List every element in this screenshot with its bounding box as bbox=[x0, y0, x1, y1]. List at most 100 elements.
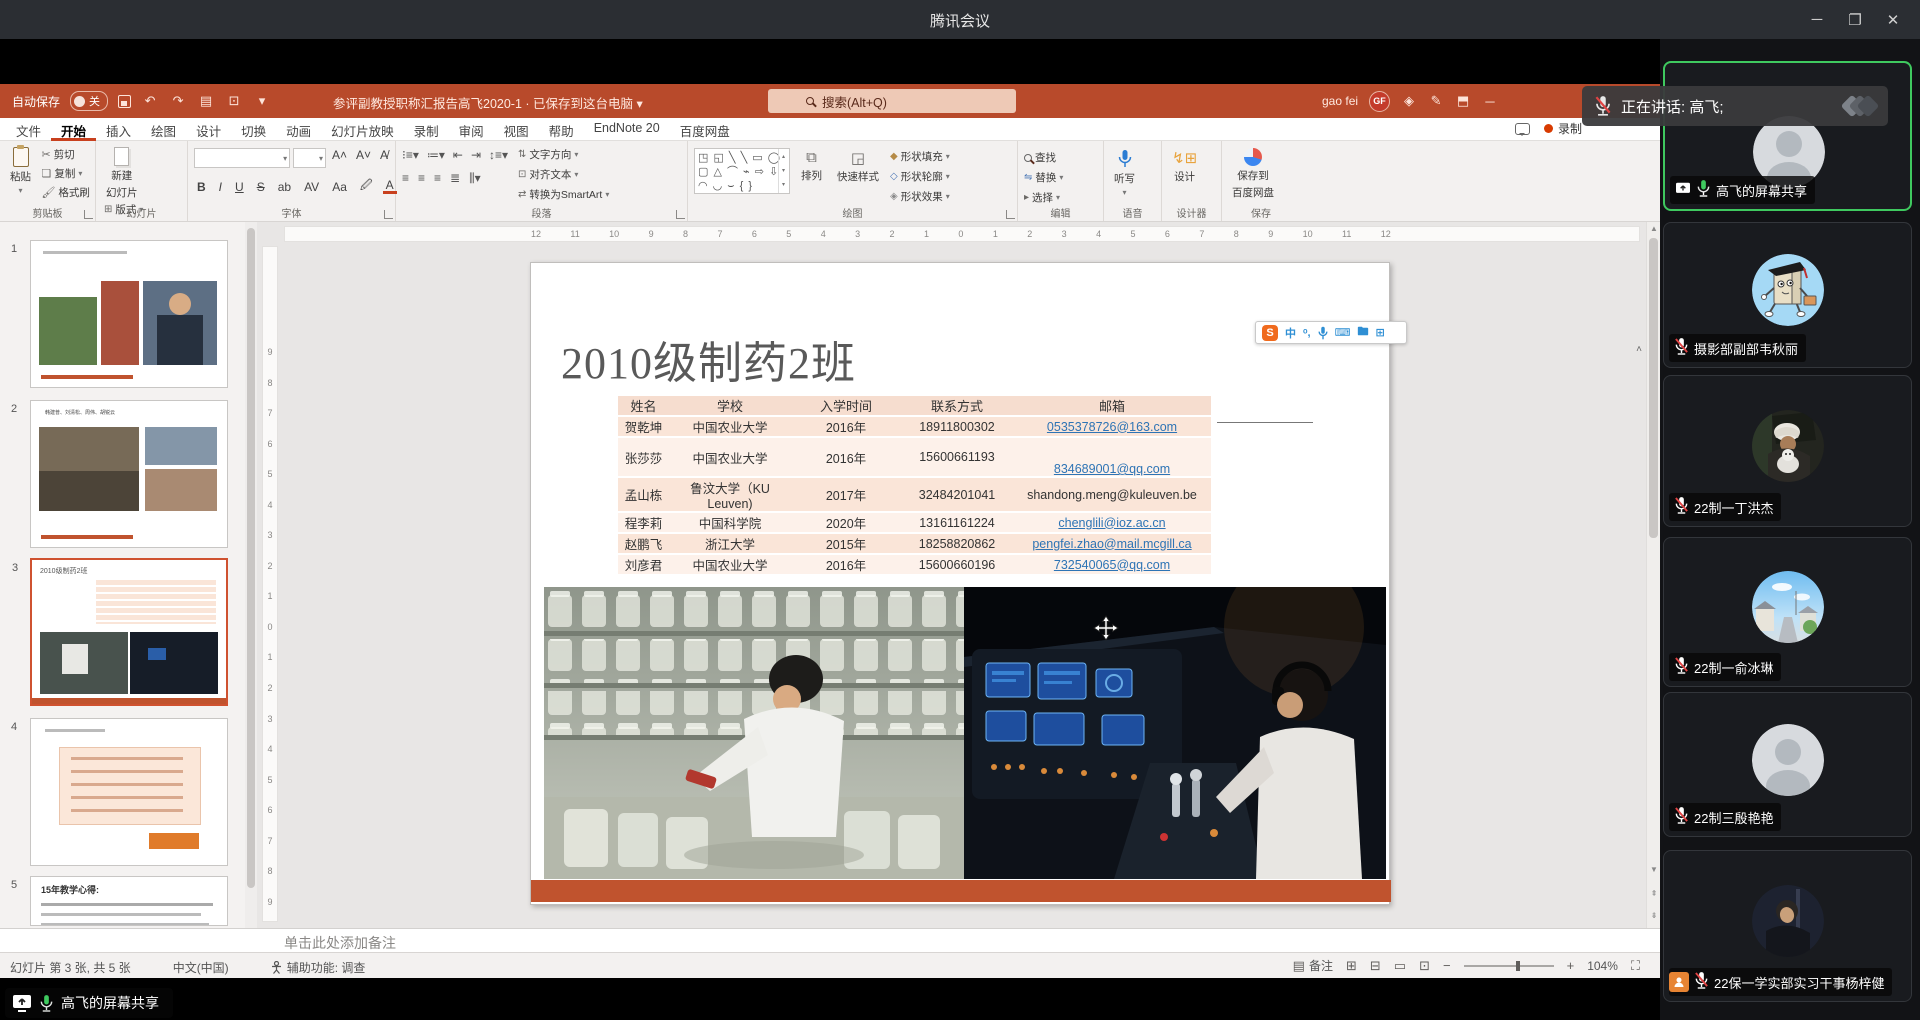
tab-文件[interactable]: 文件 bbox=[6, 118, 51, 141]
record-button[interactable]: 录制 bbox=[1544, 120, 1582, 137]
columns-icon[interactable]: ⫼▾ bbox=[469, 171, 481, 186]
thumbnail-scrollbar[interactable] bbox=[245, 222, 257, 928]
ribbon-display-icon[interactable]: ⬒ bbox=[1455, 93, 1471, 109]
collapse-ribbon-icon[interactable]: ˄ bbox=[1636, 344, 1642, 355]
laser-pen-icon[interactable]: ✎ bbox=[1428, 93, 1444, 109]
tab-EndNote 20[interactable]: EndNote 20 bbox=[584, 118, 670, 141]
email-link[interactable]: 732540065@qq.com bbox=[1054, 558, 1170, 572]
undo-icon[interactable]: ↶ bbox=[141, 93, 159, 109]
slide-thumbnail-2[interactable]: 2韩建普、刘清松、周伟、胡锐云 bbox=[30, 400, 228, 548]
participant-tile[interactable]: 22制一俞冰琳 bbox=[1663, 537, 1912, 687]
shape-effects-button[interactable]: ◈形状效果▾ bbox=[890, 187, 950, 206]
shrink-font-button[interactable]: A˅ bbox=[353, 148, 374, 168]
font-button-S[interactable]: S bbox=[254, 180, 268, 194]
font-name-combo[interactable]: ▾ bbox=[194, 148, 290, 168]
sogou-ime-toolbar[interactable]: S 中 ᵒ, ⌨ 🖿 ⊞ bbox=[1255, 321, 1407, 344]
lab-photo[interactable] bbox=[544, 587, 964, 879]
shapes-scroll[interactable]: ▴▾▾ bbox=[778, 149, 789, 193]
search-input[interactable]: 搜索(Alt+Q) bbox=[768, 89, 1016, 113]
zoom-out-icon[interactable]: − bbox=[1443, 958, 1451, 973]
font-color-button[interactable]: A bbox=[383, 180, 397, 194]
bullets-icon[interactable]: ⁝≡▾ bbox=[402, 148, 419, 162]
zoom-level[interactable]: 104% bbox=[1587, 959, 1618, 973]
notes-toggle[interactable]: ▤ 备注 bbox=[1293, 957, 1333, 974]
previous-slide-button[interactable]: ⇞ bbox=[1647, 889, 1660, 898]
arrange-button[interactable]: ⧉ 排列 bbox=[797, 149, 826, 183]
fit-to-window-icon[interactable]: ⛶ bbox=[1631, 958, 1640, 974]
slide-thumbnail-3[interactable]: 32010级制药2班 bbox=[30, 558, 228, 706]
sogou-logo-icon[interactable]: S bbox=[1262, 325, 1278, 341]
participant-tile[interactable]: 摄影部副部韦秋丽 bbox=[1663, 222, 1912, 368]
shape-fill-button[interactable]: ◆形状填充▾ bbox=[890, 147, 950, 166]
zoom-in-icon[interactable]: + bbox=[1567, 958, 1575, 973]
print-preview-icon[interactable]: ▤ bbox=[197, 93, 215, 109]
tab-绘图[interactable]: 绘图 bbox=[141, 118, 186, 141]
email-link[interactable]: 834689001@qq.com bbox=[1054, 462, 1170, 476]
tab-录制[interactable]: 录制 bbox=[404, 118, 449, 141]
comments-icon[interactable] bbox=[1515, 123, 1530, 135]
clear-format-button[interactable]: A̸ bbox=[377, 148, 391, 168]
tab-百度网盘[interactable]: 百度网盘 bbox=[670, 118, 740, 141]
align-left-icon[interactable]: ≡ bbox=[402, 171, 409, 186]
autosave-toggle[interactable]: 关 bbox=[70, 91, 108, 111]
email-link[interactable]: pengfei.zhao@mail.mcgill.ca bbox=[1032, 537, 1191, 551]
find-button[interactable]: 查找 bbox=[1024, 148, 1063, 167]
replace-button[interactable]: ⇋替换▾ bbox=[1024, 168, 1063, 187]
zoom-slider[interactable] bbox=[1464, 965, 1554, 967]
maximize-button[interactable]: ❐ bbox=[1836, 0, 1874, 39]
participant-tile[interactable]: 22制三殷艳艳 bbox=[1663, 692, 1912, 837]
align-right-icon[interactable]: ≡ bbox=[434, 171, 441, 186]
minimize-button[interactable]: ─ bbox=[1798, 0, 1836, 39]
cut-button[interactable]: ✂剪切 bbox=[41, 145, 89, 164]
notes-pane[interactable]: 单击此处添加备注 bbox=[0, 928, 1660, 952]
save-to-baidu-button[interactable]: 保存到百度网盘 bbox=[1228, 148, 1278, 200]
tab-帮助[interactable]: 帮助 bbox=[539, 118, 584, 141]
tab-审阅[interactable]: 审阅 bbox=[449, 118, 494, 141]
align-center-icon[interactable]: ≡ bbox=[418, 171, 425, 186]
ime-grid-icon[interactable]: ⊞ bbox=[1375, 326, 1384, 339]
email-link[interactable]: chenglili@ioz.ac.cn bbox=[1058, 516, 1165, 530]
text-direction-button[interactable]: ⇅文字方向▾ bbox=[518, 145, 609, 164]
font-button-Aa[interactable]: Aa bbox=[329, 180, 350, 194]
customize-toolbar-icon[interactable]: ▾ bbox=[253, 93, 271, 109]
smartart-button[interactable]: ⇄转换为SmartArt▾ bbox=[518, 185, 609, 204]
grow-font-button[interactable]: A˄ bbox=[329, 148, 350, 168]
slide-scrollbar[interactable]: ▲ ▼ ⇞ ⇟ bbox=[1646, 222, 1660, 928]
screen-share-pill[interactable]: 高飞的屏幕共享 bbox=[5, 988, 173, 1018]
reading-view-icon[interactable]: ▭ bbox=[1394, 958, 1406, 974]
dialog-launcher-icon[interactable] bbox=[1006, 210, 1015, 219]
email-link[interactable]: 0535378726@163.com bbox=[1047, 420, 1177, 434]
document-title[interactable]: 参评副教授职称汇报告高飞2020-1 · 已保存到这台电脑 ▾ bbox=[333, 93, 643, 112]
normal-view-icon[interactable]: ⊞ bbox=[1346, 958, 1357, 974]
align-text-button[interactable]: ⊡对齐文本▾ bbox=[518, 165, 609, 184]
font-button-I[interactable]: I bbox=[216, 180, 225, 194]
accessibility-status[interactable]: 辅助功能: 调查 bbox=[271, 959, 366, 976]
quick-styles-button[interactable]: ◲ 快速样式 bbox=[833, 149, 883, 184]
copy-button[interactable]: ❏复制▾ bbox=[41, 164, 89, 183]
font-button-B[interactable]: B bbox=[194, 180, 209, 194]
paste-button[interactable]: 粘贴▾ bbox=[6, 147, 35, 195]
slide-canvas[interactable]: 2010级制药2班 S 中 ᵒ, ⌨ 🖿 ⊞ 姓名学校入学时间联系方式邮箱贺乾坤… bbox=[530, 262, 1390, 905]
tab-动画[interactable]: 动画 bbox=[276, 118, 321, 141]
next-slide-button[interactable]: ⇟ bbox=[1647, 911, 1660, 920]
format-painter-button[interactable]: 🖌格式刷 bbox=[41, 183, 89, 202]
participant-tile[interactable]: 22保一学实部实习干事杨梓健 bbox=[1663, 850, 1912, 1002]
avatar[interactable]: GF bbox=[1369, 91, 1390, 112]
save-icon[interactable] bbox=[118, 95, 131, 108]
close-button[interactable]: ✕ bbox=[1874, 0, 1912, 39]
font-button-ab[interactable]: ab bbox=[275, 180, 294, 194]
participant-tile[interactable]: 22制一丁洪杰 bbox=[1663, 375, 1912, 527]
numbering-icon[interactable]: ≔▾ bbox=[427, 148, 445, 162]
slideshow-view-icon[interactable]: ⊡ bbox=[1419, 958, 1430, 974]
slide-thumbnail-5[interactable]: 515年教学心得: bbox=[30, 876, 228, 926]
cockpit-photo[interactable] bbox=[964, 587, 1386, 879]
tab-视图[interactable]: 视图 bbox=[494, 118, 539, 141]
language-status[interactable]: 中文(中国) bbox=[173, 959, 229, 976]
tab-幻灯片放映[interactable]: 幻灯片放映 bbox=[321, 118, 404, 141]
participant-tile[interactable]: 高飞的屏幕共享 bbox=[1663, 61, 1912, 211]
slide-sorter-icon[interactable]: ⊟ bbox=[1370, 958, 1381, 974]
designer-button[interactable]: ↯⊞ 设计 bbox=[1168, 149, 1201, 184]
tab-切换[interactable]: 切换 bbox=[231, 118, 276, 141]
dialog-launcher-icon[interactable] bbox=[84, 210, 93, 219]
outdent-icon[interactable]: ⇤ bbox=[453, 148, 463, 162]
